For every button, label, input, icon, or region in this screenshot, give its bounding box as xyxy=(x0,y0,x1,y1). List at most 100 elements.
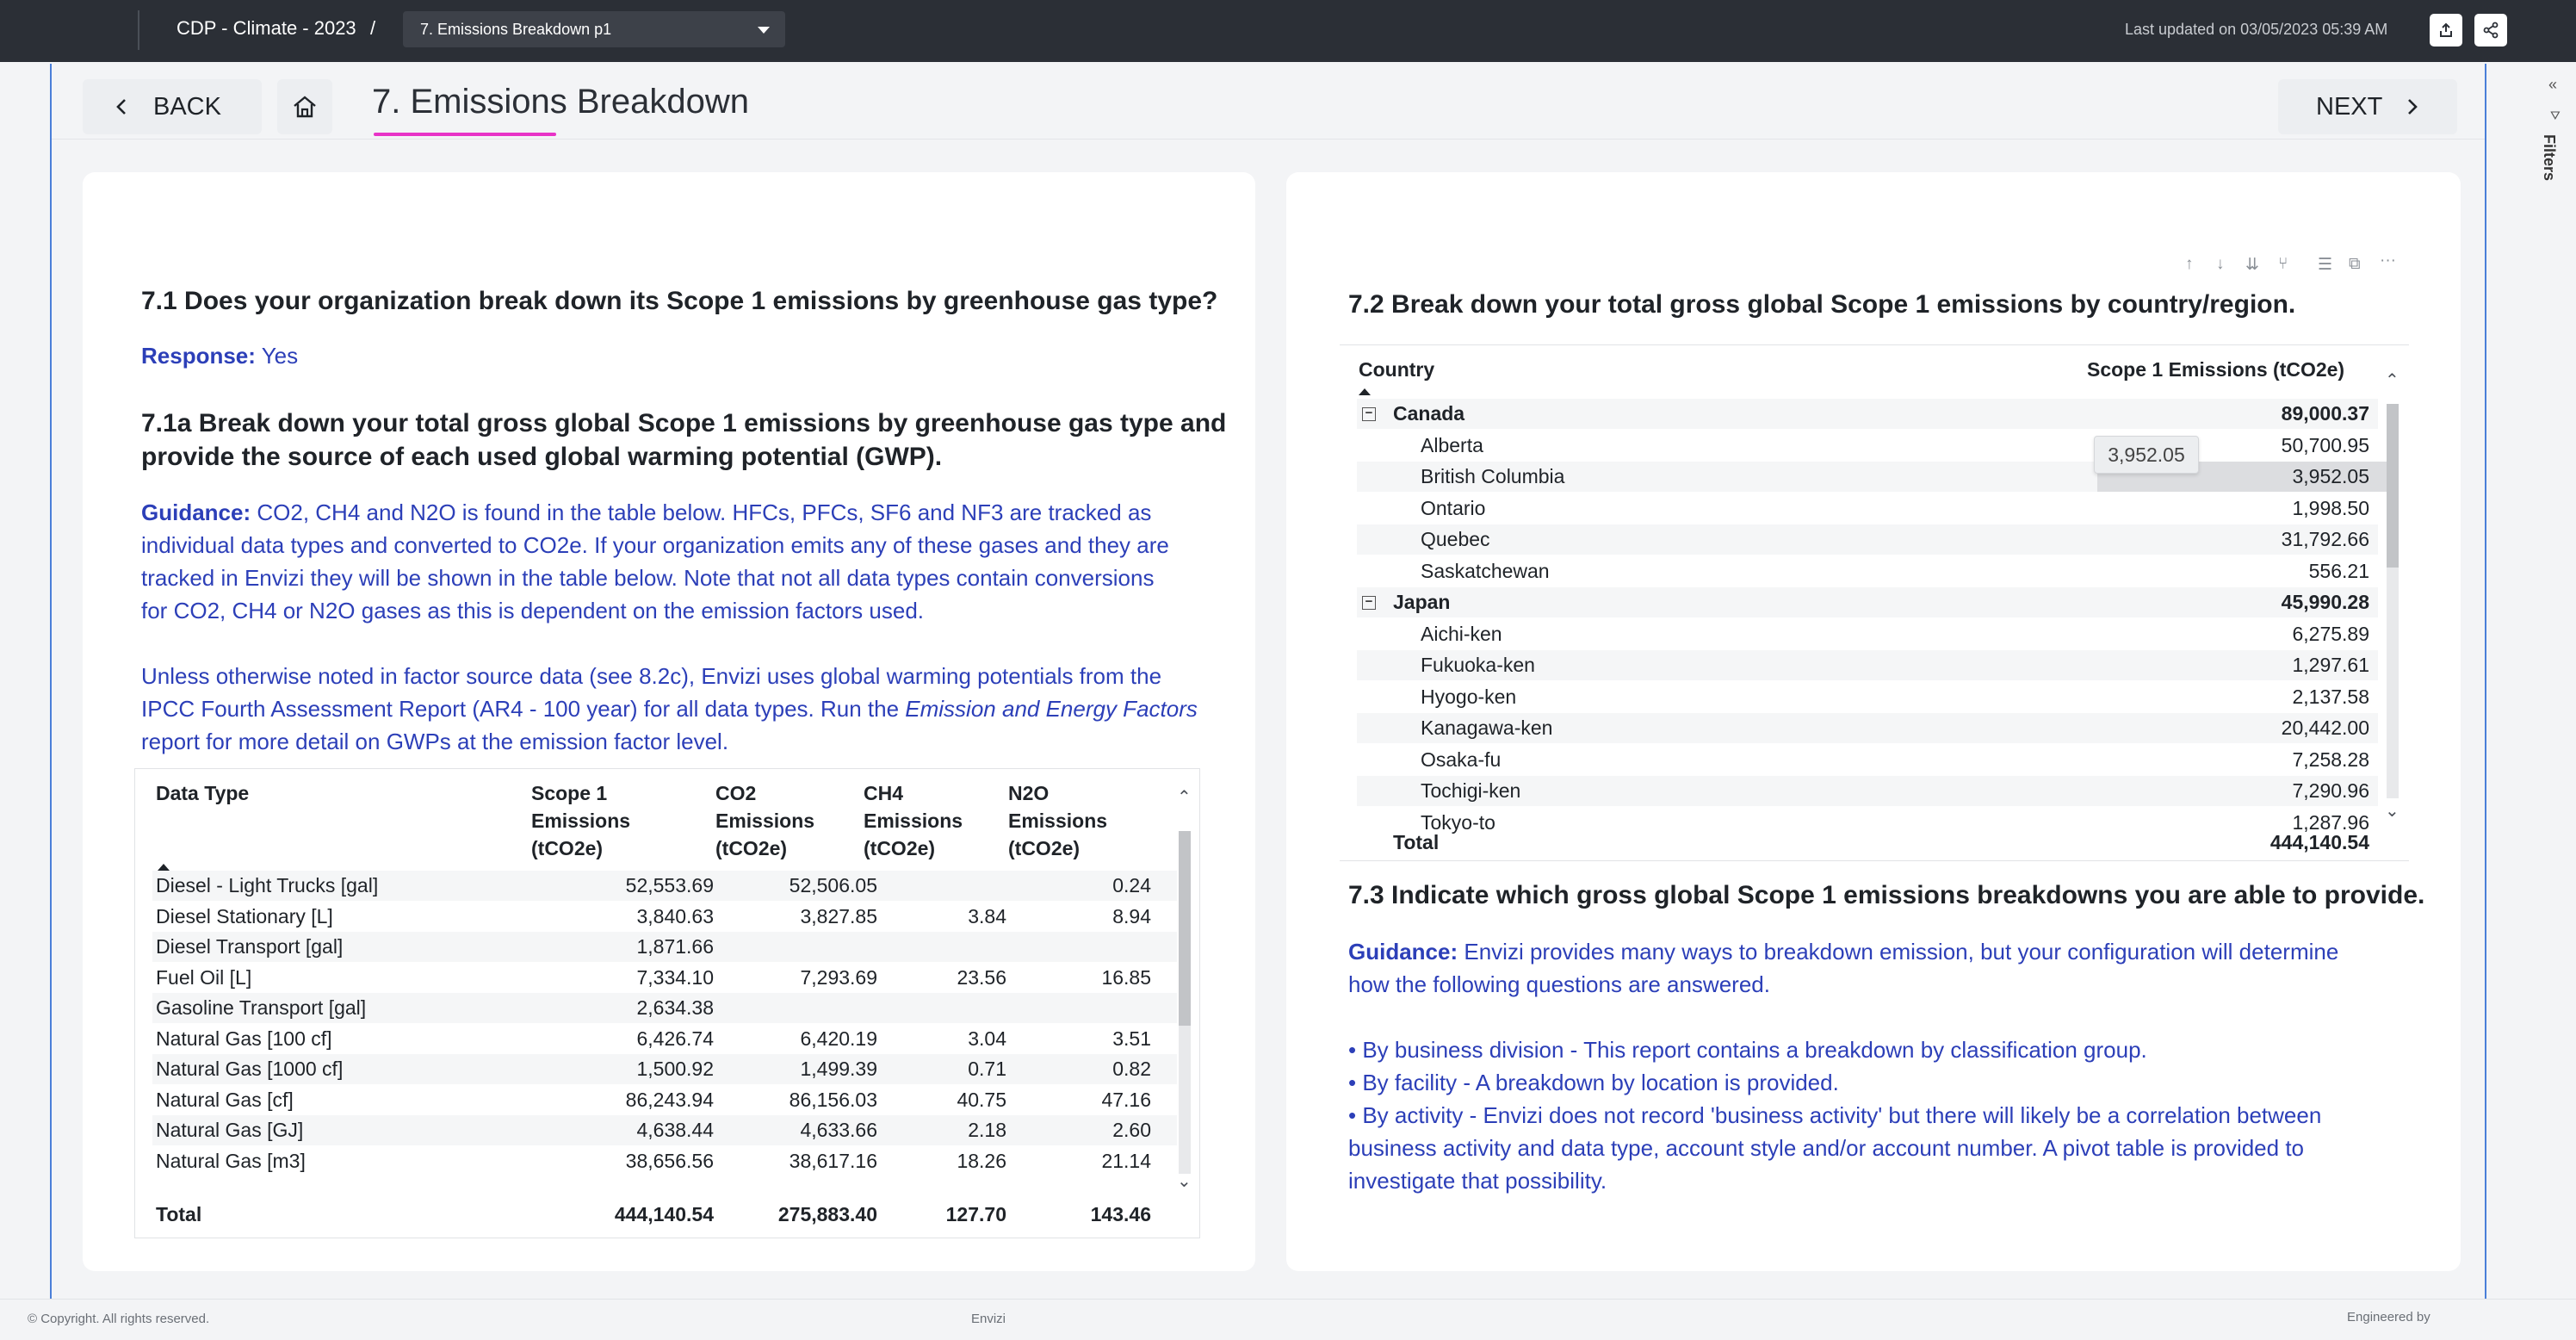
guidance-line3: tracked in Envizi they will be shown in … xyxy=(141,565,1155,591)
response-value: Yes xyxy=(261,343,299,369)
table-row[interactable]: Fuel Oil [L] 7,334.10 7,293.69 23.56 16.85 xyxy=(152,963,1177,993)
home-button[interactable] xyxy=(277,79,332,134)
table-row[interactable]: Gasoline Transport [gal] 2,634.38 xyxy=(152,993,1177,1023)
table-row[interactable]: Natural Gas [m3] 38,656.56 38,617.16 18.26 2… xyxy=(152,1146,1177,1176)
data-type-cell: Natural Gas [1000 cf] xyxy=(156,1058,344,1080)
data-type-cell: Fuel Oil [L] xyxy=(156,965,252,989)
sort-asc-icon[interactable] xyxy=(158,864,170,871)
scroll-up-icon[interactable]: ⌃ xyxy=(1177,786,1192,808)
last-updated-text: Last updated on 03/05/2023 05:39 AM xyxy=(2125,21,2388,38)
sort-up-arrow-icon[interactable]: ↑ xyxy=(2185,255,2194,274)
region-row[interactable]: Kanagawa-ken 20,442.00 xyxy=(1357,713,2378,743)
total-co2: 275,883.40 xyxy=(777,1203,877,1225)
guidance-line4: for CO2, CH4 or N2O gases as this is dep… xyxy=(141,598,925,623)
collapse-icon[interactable]: « xyxy=(2548,76,2557,94)
ch4-cell: 18.26 xyxy=(957,1149,1006,1172)
region-row[interactable]: Tochigi-ken 7,290.96 xyxy=(1357,776,2378,806)
table-row[interactable]: Natural Gas [100 cf] 6,426.74 6,420.19 3.04… xyxy=(152,1024,1177,1054)
table-row[interactable]: Diesel - Light Trucks [gal] 52,553.69 52,5… xyxy=(152,871,1177,901)
scroll-down-icon[interactable]: ⌄ xyxy=(2385,800,2400,822)
question-7-1: 7.1 Does your organization break down it… xyxy=(141,287,1218,315)
gwp-line2: IPCC Fourth Assessment Report (AR4 - 100… xyxy=(141,692,1198,725)
region-row[interactable]: Ontario 1,998.50 xyxy=(1357,493,2378,524)
data-type-cell: Diesel Stationary [L] xyxy=(156,904,333,927)
collapse-icon[interactable]: − xyxy=(1362,595,1376,610)
country-group-row[interactable]: − Japan 45,990.28 xyxy=(1357,587,2378,617)
region-row[interactable]: Quebec 31,792.66 xyxy=(1357,524,2378,555)
table-row[interactable]: Natural Gas [cf] 86,243.94 86,156.03 40.75 4… xyxy=(152,1085,1177,1115)
col-country[interactable]: Country xyxy=(1359,356,1434,383)
scope1-cell: 2,634.38 xyxy=(636,996,714,1019)
engineered-by-text: Engineered by xyxy=(2347,1310,2430,1324)
guidance-label: Guidance: xyxy=(1348,939,1458,965)
hierarchy-icon[interactable]: ⑂ xyxy=(2278,255,2288,274)
col-n2o[interactable]: N2O Emissions (tCO2e) xyxy=(1008,779,1107,862)
page-select[interactable]: 7. Emissions Breakdown p1 xyxy=(403,11,785,47)
gwp-text: IPCC Fourth Assessment Report (AR4 - 100… xyxy=(141,696,906,722)
table-row[interactable]: Natural Gas [GJ] 4,638.44 4,633.66 2.18 2.60 xyxy=(152,1115,1177,1145)
right-card: 7.2 Break down your total gross global S… xyxy=(1286,172,2461,1271)
gwp-line1: Unless otherwise noted in factor source … xyxy=(141,663,1162,689)
back-button[interactable]: BACK xyxy=(83,79,262,134)
top-bar: CDP - Climate - 2023 / 7. Emissions Brea… xyxy=(0,0,2576,62)
guidance-line2: individual data types and converted to C… xyxy=(141,532,1169,558)
factors-report-link[interactable]: Emission and Energy Factors xyxy=(905,696,1198,722)
country-scrollbar[interactable] xyxy=(2387,404,2399,798)
question-7-2: 7.2 Break down your total gross global S… xyxy=(1348,290,2296,319)
region-row[interactable]: Alberta 50,700.95 xyxy=(1357,431,2378,461)
export-button[interactable] xyxy=(2430,14,2462,47)
region-row[interactable]: Saskatchewan 556.21 xyxy=(1357,556,2378,586)
col-scope1-emissions[interactable]: Scope 1 Emissions (tCO2e) xyxy=(2087,356,2344,383)
guidance-text-1: CO2, CH4 and N2O is found in the table b… xyxy=(257,499,1152,525)
co2-cell: 6,420.19 xyxy=(800,1027,877,1050)
filters-label[interactable]: Filters xyxy=(2540,134,2558,181)
region-row[interactable]: British Columbia 3,952.05 xyxy=(1357,462,2387,492)
col-data-type[interactable]: Data Type xyxy=(156,779,249,807)
scroll-down-icon[interactable]: ⌄ xyxy=(1177,1170,1192,1192)
scrollbar-thumb[interactable] xyxy=(1179,831,1191,1026)
col-ch4-l3: (tCO2e) xyxy=(864,837,936,859)
collapse-icon[interactable]: − xyxy=(1362,406,1376,421)
ch4-cell: 2.18 xyxy=(968,1119,1006,1141)
sort-down-arrow-icon[interactable]: ↓ xyxy=(2216,255,2225,274)
region-row[interactable]: Osaka-fu 7,258.28 xyxy=(1357,745,2378,775)
scope1-cell: 38,656.56 xyxy=(625,1149,714,1172)
col-co2[interactable]: CO2 Emissions (tCO2e) xyxy=(715,779,814,862)
region-value: 2,137.58 xyxy=(2292,685,2369,708)
col-scope1[interactable]: Scope 1 Emissions (tCO2e) xyxy=(531,779,630,862)
filter-icon[interactable]: ☰ xyxy=(2318,255,2332,275)
country-group-row[interactable]: − Canada 89,000.37 xyxy=(1357,399,2378,429)
scrollbar-thumb[interactable] xyxy=(2387,404,2399,568)
share-button[interactable] xyxy=(2474,14,2507,47)
more-options-icon[interactable]: ··· xyxy=(2380,251,2396,270)
footer-brand: Envizi xyxy=(971,1312,1006,1326)
region-value: 7,258.28 xyxy=(2292,748,2369,771)
ch4-cell: 3.04 xyxy=(968,1027,1006,1050)
col-n2o-l3: (tCO2e) xyxy=(1008,837,1081,859)
col-n2o-l2: Emissions xyxy=(1008,810,1108,832)
region-name: Kanagawa-ken xyxy=(1421,717,1553,739)
region-row[interactable]: Aichi-ken 6,275.89 xyxy=(1357,619,2378,649)
scroll-up-icon[interactable]: ⌃ xyxy=(2385,369,2400,391)
table-total-row: Total 444,140.54 275,883.40 127.70 143.4… xyxy=(152,1200,1177,1230)
region-row[interactable]: Hyogo-ken 2,137.58 xyxy=(1357,682,2378,712)
table-row[interactable]: Natural Gas [1000 cf] 1,500.92 1,499.39 0.7… xyxy=(152,1054,1177,1084)
table-scrollbar[interactable] xyxy=(1179,831,1191,1174)
table-row[interactable]: Diesel Stationary [L] 3,840.63 3,827.85 3.8… xyxy=(152,902,1177,932)
ghg-table: Data Type Scope 1 Emissions (tCO2e) CO2 … xyxy=(134,768,1200,1238)
col-ch4-l1: CH4 xyxy=(864,782,904,804)
scope1-cell: 6,426.74 xyxy=(636,1027,714,1050)
filters-pane[interactable] xyxy=(2535,64,2576,1304)
sort-asc-icon[interactable] xyxy=(1359,388,1371,395)
data-type-cell: Diesel - Light Trucks [gal] xyxy=(156,874,379,896)
app-title[interactable]: CDP - Climate - 2023 xyxy=(176,17,356,40)
region-row[interactable]: Fukuoka-ken 1,297.61 xyxy=(1357,650,2378,680)
col-ch4[interactable]: CH4 Emissions (tCO2e) xyxy=(864,779,963,862)
table-row[interactable]: Diesel Transport [gal] 1,871.66 xyxy=(152,932,1177,962)
expand-all-icon[interactable]: ⇊ xyxy=(2245,255,2259,275)
total-label: Total xyxy=(156,1203,202,1225)
region-value: 7,290.96 xyxy=(2292,779,2369,802)
next-button[interactable]: NEXT xyxy=(2278,79,2457,134)
focus-mode-icon[interactable]: ⧉ xyxy=(2349,255,2361,274)
co2-cell: 86,156.03 xyxy=(789,1088,877,1111)
